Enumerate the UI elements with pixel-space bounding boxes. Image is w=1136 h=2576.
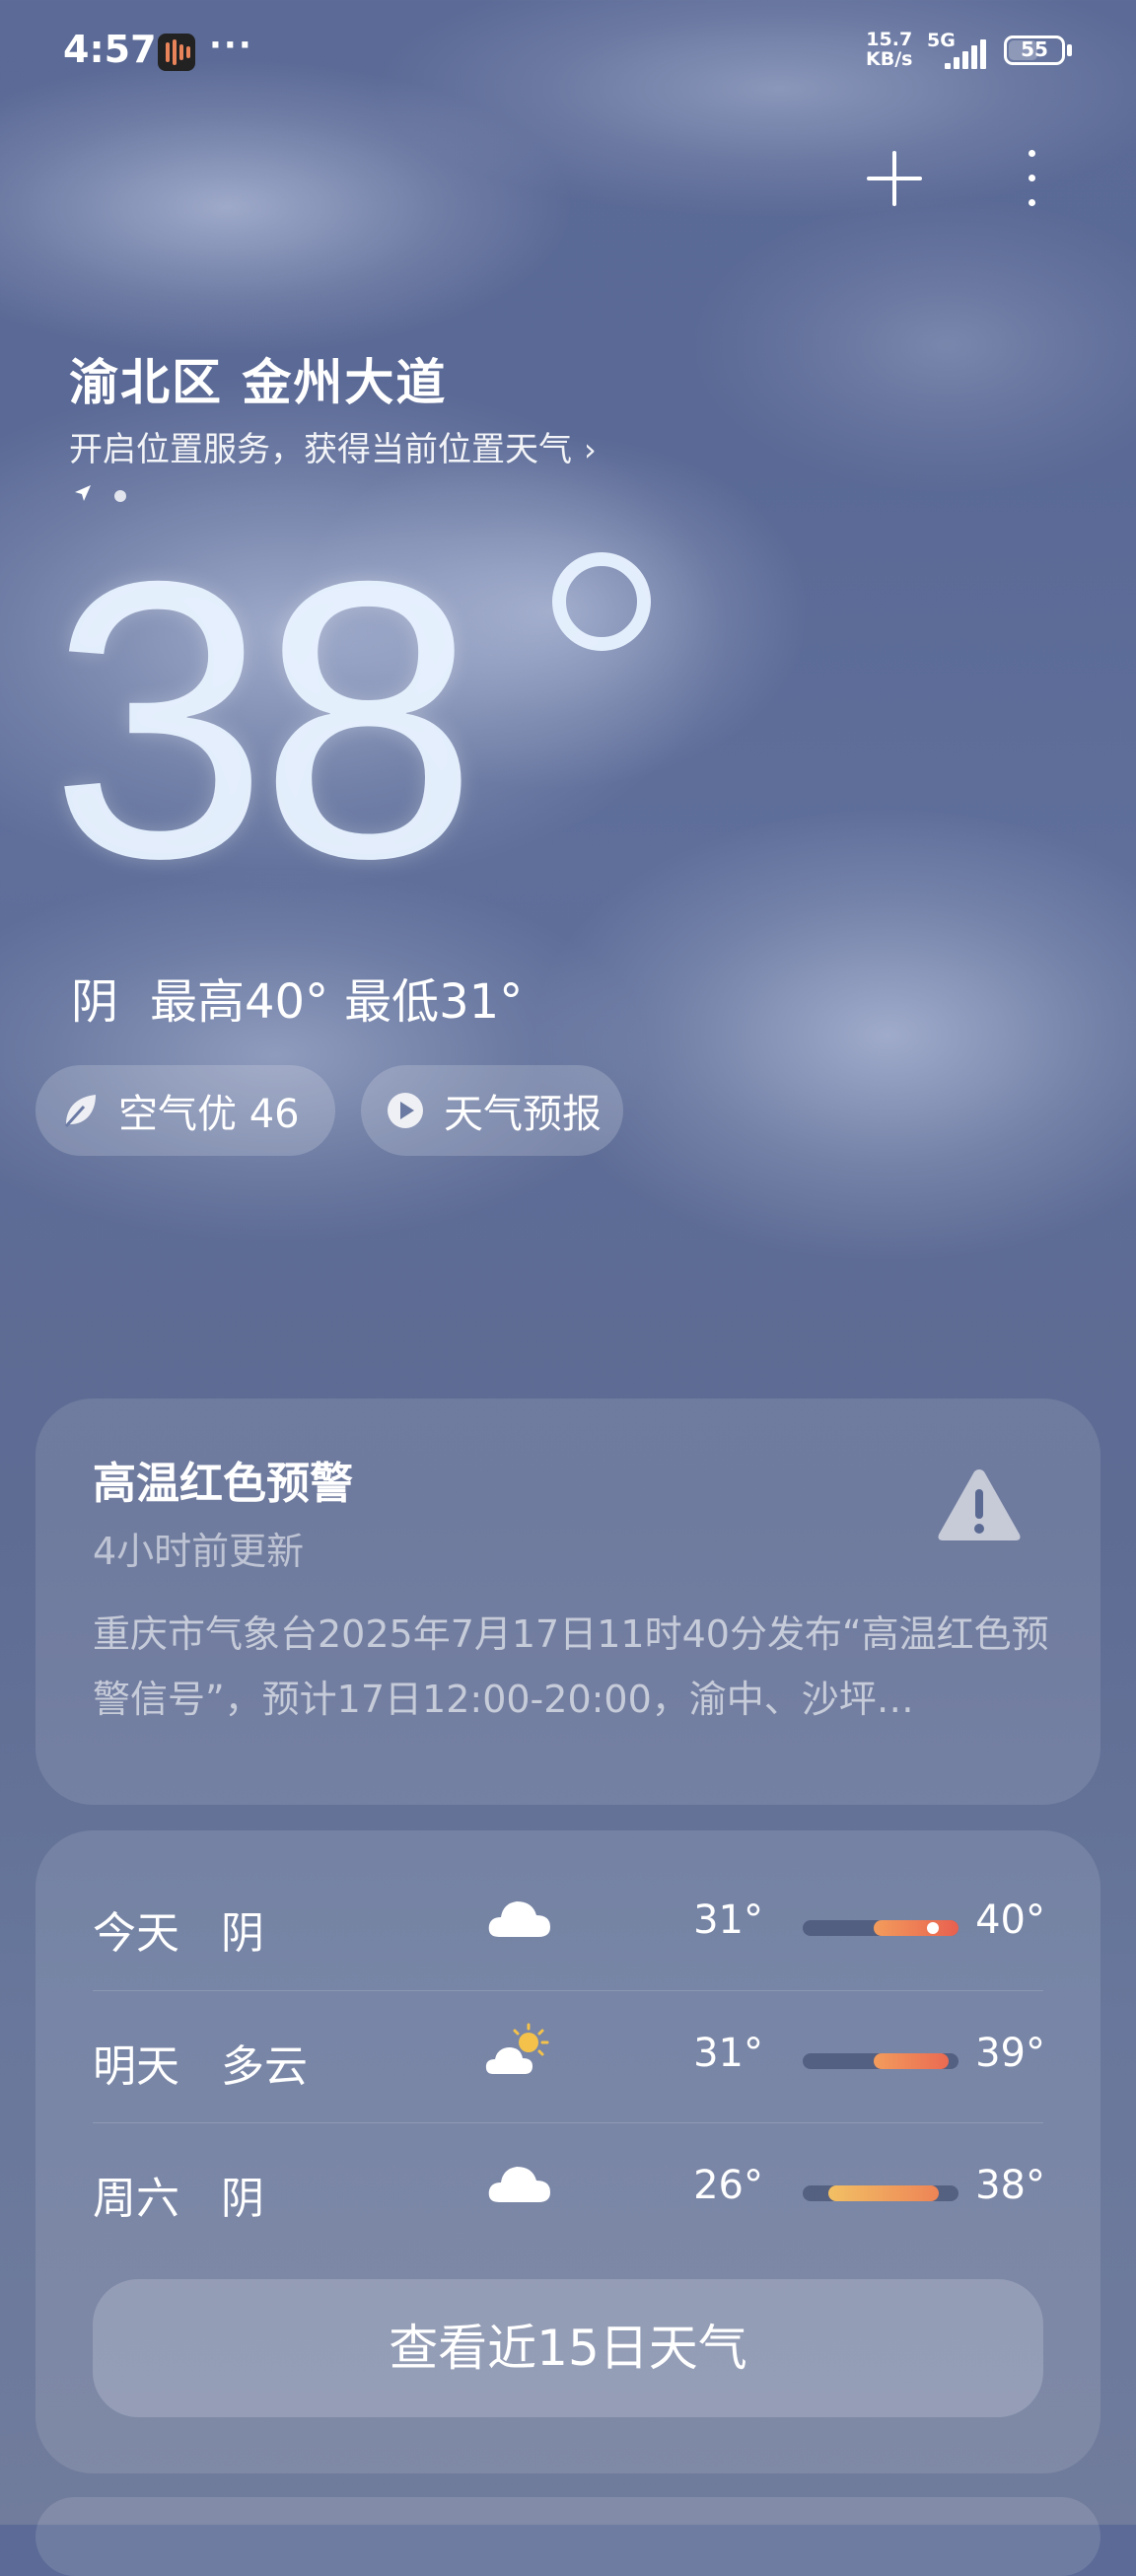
chevron-right-icon: › [584, 431, 597, 468]
temperature-range-bar [803, 1920, 958, 1936]
temperature-range-fill [874, 2053, 949, 2069]
more-notifications-icon: ··· [209, 26, 253, 65]
view-15-day-forecast-button[interactable]: 查看近15日天气 [93, 2279, 1043, 2417]
more-menu-button[interactable] [1016, 148, 1047, 209]
location-service-tip[interactable]: 开启位置服务，获得当前位置天气 › [69, 422, 597, 470]
current-temperature: 38 [49, 523, 478, 917]
temperature-range-fill [874, 1920, 958, 1936]
air-quality-label: 空气优 46 [118, 1092, 300, 1137]
signal-icon [945, 37, 992, 69]
location-name: 渝北区 金州大道 [69, 354, 448, 411]
cloud-icon [488, 1901, 550, 1937]
today-low: 最低31° [344, 974, 524, 1030]
warning-triangle-icon [938, 1469, 1021, 1540]
forecast-day: 今天 [93, 1908, 179, 1959]
air-quality-chip[interactable]: 空气优 46 [36, 1065, 335, 1156]
warning-updated: 4小时前更新 [93, 1530, 305, 1573]
leaf-icon [59, 1090, 101, 1131]
location-service-tip-text: 开启位置服务，获得当前位置天气 [69, 430, 572, 469]
net-speed-unit: KB/s [866, 48, 913, 70]
temperature-range-fill [828, 2185, 939, 2201]
net-speed-value: 15.7 [866, 29, 913, 50]
forecast-high: 39° [975, 2031, 1045, 2076]
forecast-low: 31° [693, 2031, 763, 2076]
status-bar: 4:57 ··· 15.7 KB/s 5G 55 [0, 0, 1136, 99]
current-condition: 阴 [71, 974, 119, 1030]
forecast-high: 40° [975, 1897, 1045, 1943]
forecast-condition: 阴 [221, 1908, 264, 1959]
current-temperature-value: 38 [49, 499, 478, 940]
degree-symbol [552, 552, 651, 651]
warning-title: 高温红色预警 [93, 1459, 353, 1509]
daily-forecast-card: 今天 阴 31° 40° 明天 多云 31° 39° 周六 阴 26° 38° … [36, 1830, 1100, 2473]
temperature-range-bar [803, 2185, 958, 2201]
sound-recorder-notification-icon [158, 34, 195, 71]
partly-cloudy-icon [485, 2023, 549, 2074]
net-speed: 15.7 KB/s [866, 30, 912, 69]
forecast-condition: 多云 [221, 2041, 308, 2092]
battery-icon: 55 [1004, 36, 1065, 65]
weather-warning-card[interactable]: 高温红色预警 4小时前更新 重庆市气象台2025年7月17日11时40分发布“高… [36, 1398, 1100, 1805]
play-icon [385, 1090, 426, 1131]
cloud-icon [488, 2167, 550, 2202]
temperature-range-bar [803, 2053, 958, 2069]
forecast-day: 周六 [93, 2174, 179, 2224]
forecast-condition: 阴 [221, 2174, 264, 2224]
forecast-row-today[interactable]: 今天 阴 31° 40° [93, 1858, 1045, 1990]
forecast-day: 明天 [93, 2041, 179, 2092]
forecast-low: 31° [693, 1897, 763, 1943]
forecast-row-tomorrow[interactable]: 明天 多云 31° 39° [93, 1990, 1045, 2123]
warning-body: 重庆市气象台2025年7月17日11时40分发布“高温红色预警信号”，预计17日… [93, 1612, 1049, 1721]
today-high: 最高40° [150, 974, 329, 1030]
add-city-button[interactable] [864, 148, 925, 209]
clock: 4:57 [63, 28, 157, 71]
weather-forecast-label: 天气预报 [444, 1092, 602, 1137]
forecast-low: 26° [693, 2163, 763, 2208]
current-temperature-marker [927, 1922, 939, 1934]
forecast-row-saturday[interactable]: 周六 阴 26° 38° [93, 2122, 1045, 2255]
battery-tip [1067, 44, 1072, 56]
forecast-high: 38° [975, 2163, 1045, 2208]
battery-percent: 55 [1021, 37, 1048, 61]
next-card [36, 2497, 1100, 2576]
current-condition-line: 阴最高40° 最低31° [71, 963, 554, 1032]
weather-forecast-chip[interactable]: 天气预报 [361, 1065, 623, 1156]
